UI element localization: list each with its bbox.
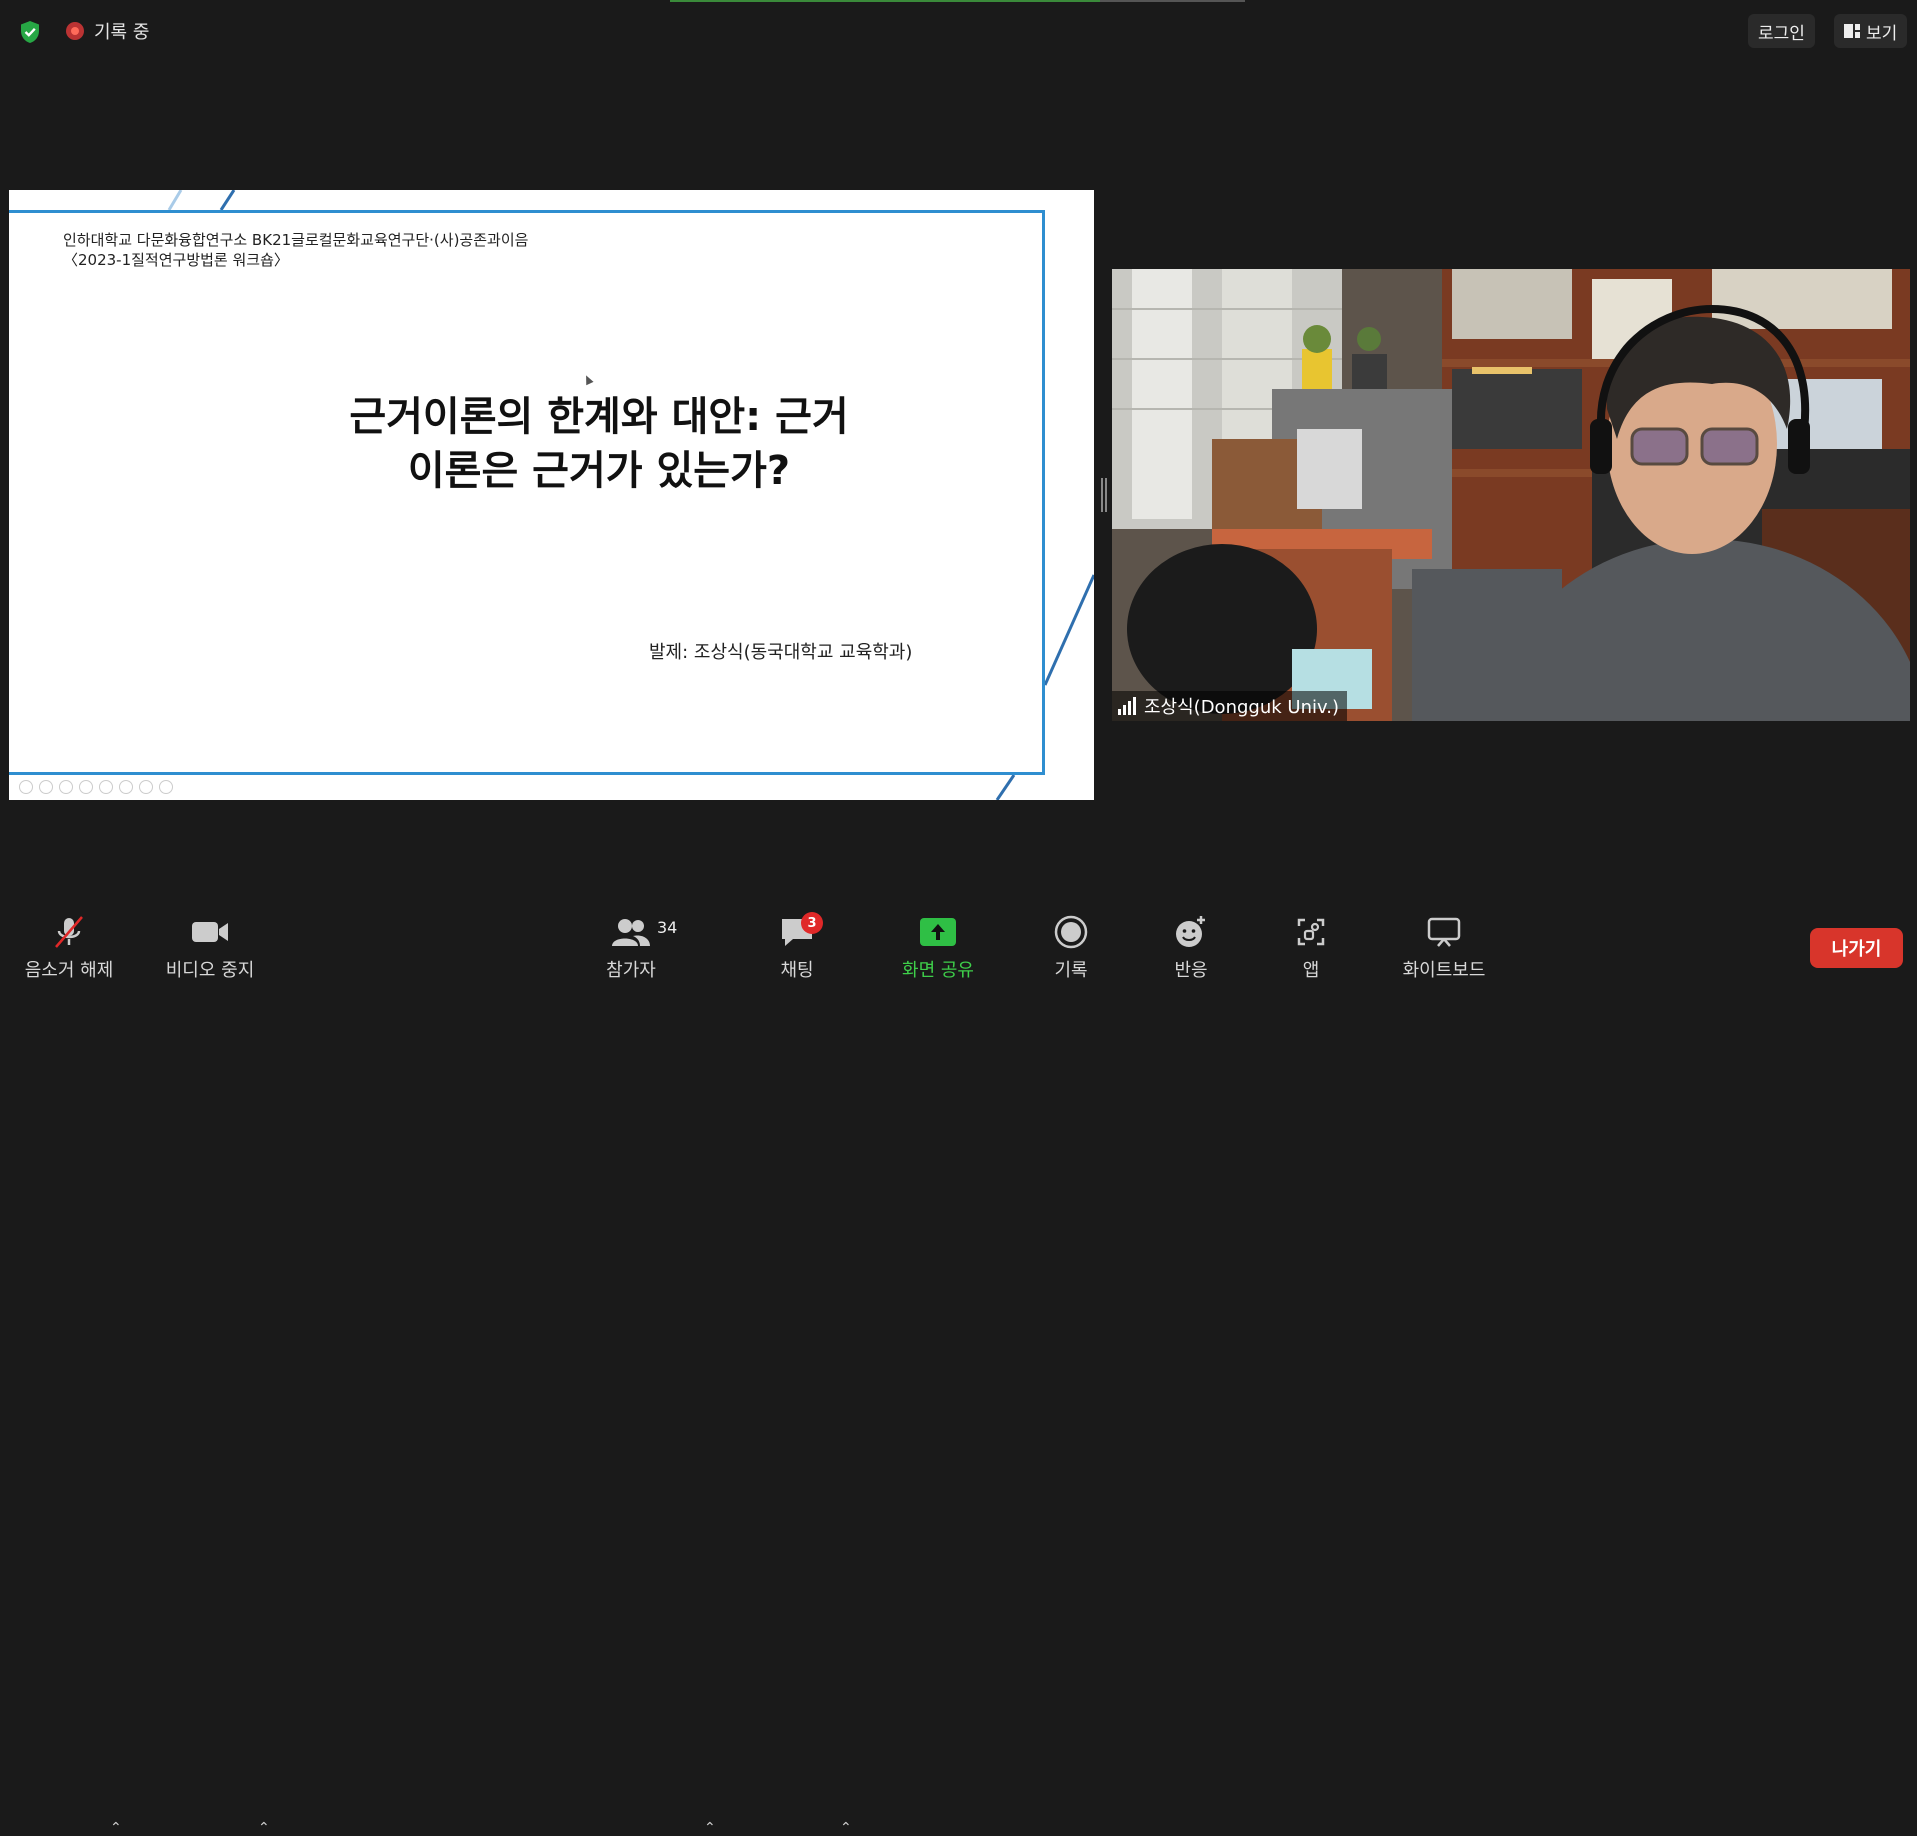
apps-button[interactable]: 앱 [1296, 900, 1326, 990]
unmute-label: 음소거 해제 [24, 960, 114, 981]
apps-label: 앱 [1302, 960, 1320, 981]
view-label: 보기 [1866, 23, 1898, 44]
share-screen-icon [916, 914, 960, 950]
chat-unread-badge: 3 [801, 912, 823, 934]
slide-tool-icon[interactable] [59, 780, 73, 794]
participants-options-chevron-icon[interactable]: ⌃ [704, 1820, 716, 1836]
record-button[interactable]: 기록 [1046, 900, 1096, 990]
whiteboard-button[interactable]: 화이트보드 [1398, 900, 1490, 990]
slide-tool-icon[interactable] [119, 780, 133, 794]
record-label: 기록 [1054, 960, 1088, 981]
participants-button[interactable]: 34 참가자 [596, 900, 677, 990]
chat-label: 채팅 [780, 960, 814, 981]
slide-tool-icon[interactable] [139, 780, 153, 794]
participant-video[interactable] [1112, 269, 1910, 721]
apps-icon [1289, 914, 1333, 950]
unmute-button[interactable]: 음소거 해제 [14, 900, 124, 990]
record-icon [1049, 914, 1093, 950]
recording-label: 기록 중 [94, 22, 150, 43]
whiteboard-icon [1422, 914, 1466, 950]
view-layout-icon [1844, 24, 1860, 38]
slide-title: 근거이론의 한계와 대안: 근거 이론은 근거가 있는가? [209, 390, 989, 498]
whiteboard-label: 화이트보드 [1402, 960, 1486, 981]
slide-presenter: 발제: 조상식(동국대학교 교육학과) [649, 642, 913, 663]
share-screen-label: 화면 공유 [902, 960, 974, 981]
meeting-toolbar: 음소거 해제 ⌃ 비디오 중지 ⌃ 34 참가자 ⌃ 3 채팅 ⌃ 화면 공유 … [0, 900, 1917, 1836]
chat-button[interactable]: 3 채팅 [772, 900, 823, 990]
security-shield-icon[interactable] [18, 20, 42, 44]
login-label: 로그인 [1758, 23, 1805, 44]
slide-tool-icon[interactable] [99, 780, 113, 794]
audio-options-chevron-icon[interactable]: ⌃ [110, 1820, 122, 1836]
leave-meeting-button[interactable]: 나가기 [1810, 928, 1903, 968]
participants-count: 34 [657, 918, 678, 937]
slide-header-line1: 인하대학교 다문화융합연구소 BK21글로컬문화교육연구단·(사)공존과이음 [63, 231, 529, 249]
shared-screen[interactable]: 인하대학교 다문화융합연구소 BK21글로컬문화교육연구단·(사)공존과이음 〈… [9, 190, 1094, 800]
slide-title-line1: 근거이론의 한계와 대안: 근거 [349, 394, 849, 440]
video-options-chevron-icon[interactable]: ⌃ [258, 1820, 270, 1836]
chat-options-chevron-icon[interactable]: ⌃ [840, 1820, 852, 1836]
recording-indicator[interactable]: 기록 중 [66, 18, 149, 44]
slide-title-line2: 이론은 근거가 있는가? [407, 448, 791, 494]
slide-tool-icon[interactable] [159, 780, 173, 794]
share-screen-button[interactable]: 화면 공유 [896, 900, 980, 990]
login-button[interactable]: 로그인 [1748, 14, 1815, 48]
stop-video-label: 비디오 중지 [165, 960, 255, 981]
meeting-topbar: 기록 중 로그인 보기 [0, 0, 1917, 62]
view-button[interactable]: 보기 [1834, 14, 1908, 48]
slide-tool-icon[interactable] [39, 780, 53, 794]
participant-name-tag: 조상식(Dongguk Univ.) [1112, 691, 1347, 721]
participants-icon: 34 [609, 914, 677, 950]
slide-tool-icon[interactable] [79, 780, 93, 794]
participant-name: 조상식(Dongguk Univ.) [1144, 697, 1339, 718]
recording-icon [66, 22, 84, 40]
slide-header-line2: 〈2023-1질적연구방법론 워크숍〉 [63, 251, 289, 269]
chat-bubble-icon: 3 [775, 912, 823, 950]
stop-video-button[interactable]: 비디오 중지 [150, 900, 270, 990]
slide-header: 인하대학교 다문화융합연구소 BK21글로컬문화교육연구단·(사)공존과이음 〈… [63, 230, 528, 270]
split-view-handle[interactable] [1101, 478, 1107, 512]
reactions-label: 반응 [1174, 960, 1208, 981]
slide-tool-icon[interactable] [19, 780, 33, 794]
smiley-plus-icon [1169, 914, 1213, 950]
video-camera-icon [188, 914, 232, 950]
participants-label: 참가자 [606, 960, 656, 981]
video-frame-image [1112, 269, 1910, 721]
slide-annotation-tools[interactable] [19, 780, 173, 794]
connection-signal-icon [1118, 697, 1136, 715]
muted-microphone-icon [47, 914, 91, 950]
reactions-button[interactable]: 반응 [1166, 900, 1216, 990]
